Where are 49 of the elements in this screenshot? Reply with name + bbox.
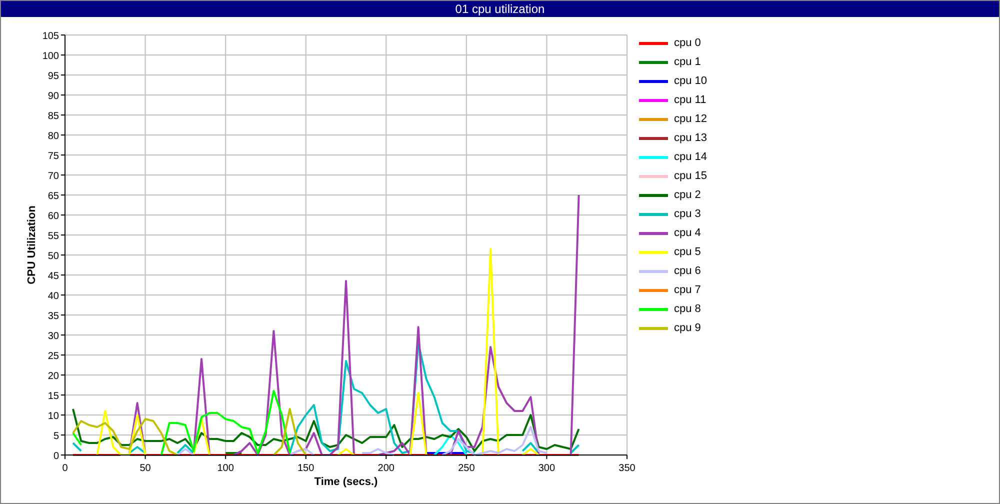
axis-tick-label: 65: [48, 191, 59, 202]
axis-tick-label: 50: [48, 251, 59, 262]
legend-label: cpu 11: [674, 94, 706, 106]
legend-label: cpu 10: [674, 75, 708, 87]
legend-label: cpu 15: [674, 170, 708, 182]
axis-tick-label: 300: [538, 463, 556, 474]
axis-tick-label: 70: [48, 171, 59, 182]
axis-tick-label: 90: [48, 91, 59, 102]
axis-tick-label: 25: [48, 351, 59, 362]
legend-label: cpu 1: [674, 56, 701, 68]
axis-tick-label: 10: [48, 411, 59, 422]
axis-tick-label: 60: [48, 211, 59, 222]
window-title: 01 cpu utilization: [455, 2, 545, 16]
axis-tick-label: 30: [48, 331, 59, 342]
legend-label: cpu 6: [674, 265, 701, 277]
axis-tick-label: 0: [53, 451, 59, 462]
axis-tick-label: 45: [48, 271, 59, 282]
axis-tick-label: 350: [618, 463, 636, 474]
axis-tick-label: 95: [48, 71, 59, 82]
axis-tick-label: 55: [48, 231, 59, 242]
axis-tick-label: 250: [458, 463, 475, 474]
axis-tick-label: 15: [48, 391, 59, 402]
legend-label: cpu 3: [674, 208, 701, 220]
axis-tick-label: 80: [48, 131, 59, 142]
x-axis-label: Time (secs.): [314, 476, 378, 488]
legend-label: cpu 9: [674, 322, 701, 334]
legend-label: cpu 7: [674, 284, 701, 296]
axis-tick-label: 105: [42, 31, 59, 42]
legend-label: cpu 12: [674, 113, 708, 125]
axis-tick-label: 150: [298, 463, 314, 474]
axis-tick-label: 20: [48, 371, 59, 382]
axis-tick-label: 35: [48, 311, 59, 322]
legend-label: cpu 4: [674, 227, 701, 239]
axis-tick-label: 0: [62, 463, 68, 474]
axis-tick-label: 100: [217, 463, 234, 474]
legend-label: cpu 8: [674, 303, 701, 315]
axis-tick-label: 75: [48, 151, 59, 162]
legend-label: cpu 2: [674, 189, 701, 201]
axis-tick-label: 40: [48, 291, 59, 302]
legend-label: cpu 0: [674, 37, 701, 49]
axis-tick-label: 100: [42, 51, 59, 62]
axis-tick-label: 50: [140, 463, 151, 474]
legend-label: cpu 13: [674, 132, 708, 144]
y-axis-label: CPU Utilization: [26, 206, 38, 284]
axis-tick-label: 200: [378, 463, 394, 474]
axis-tick-label: 85: [48, 111, 59, 122]
legend-label: cpu 14: [674, 151, 708, 163]
legend-label: cpu 5: [674, 246, 701, 258]
axis-tick-label: 5: [53, 431, 59, 442]
